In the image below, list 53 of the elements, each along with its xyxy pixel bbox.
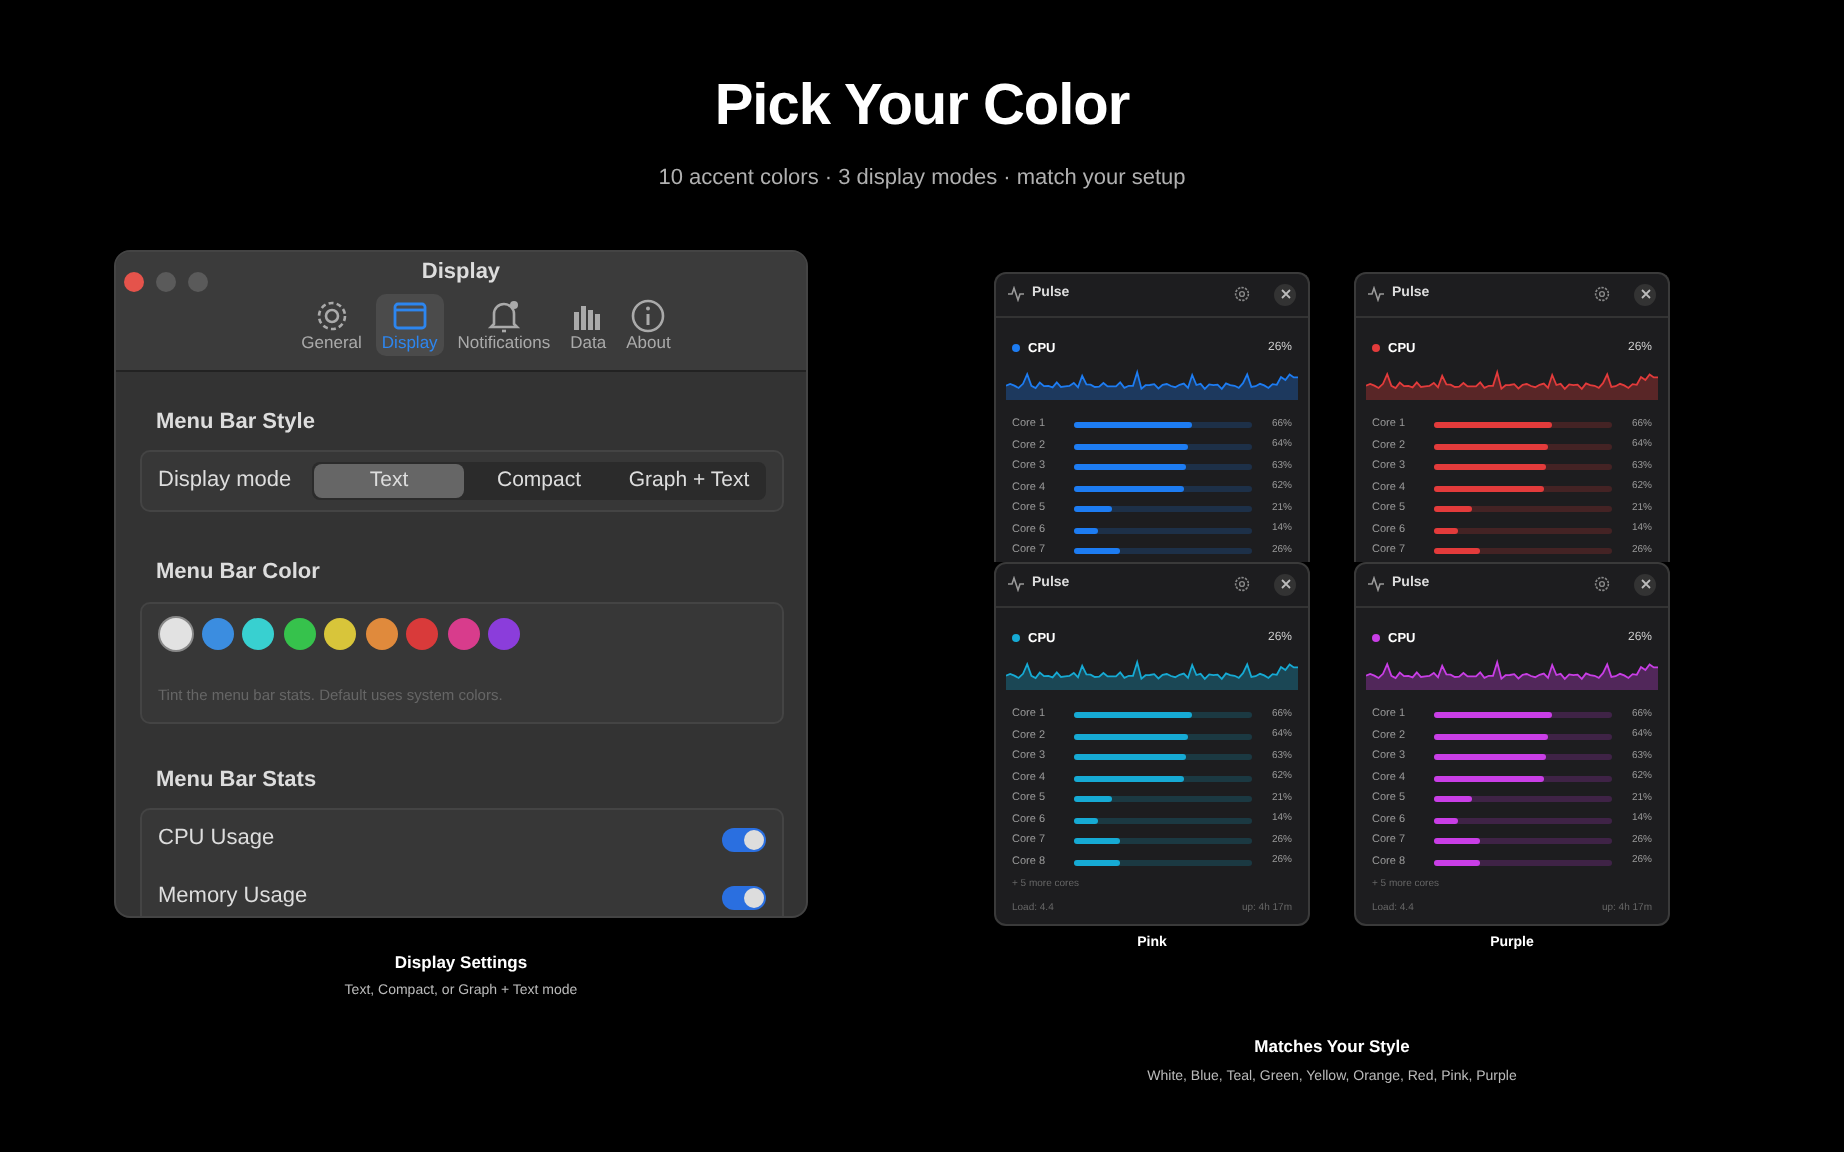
close-icon bbox=[1279, 578, 1291, 590]
info-icon bbox=[630, 298, 667, 334]
color-swatch[interactable] bbox=[160, 617, 192, 649]
field-label: Display mode bbox=[158, 466, 292, 497]
section-heading: Menu Bar Style bbox=[156, 407, 317, 437]
segment[interactable]: Graph + Text bbox=[614, 463, 764, 499]
settings-button[interactable] bbox=[1594, 576, 1610, 592]
color-swatch[interactable] bbox=[447, 617, 479, 649]
window-title: Display bbox=[419, 257, 503, 287]
settings-button[interactable] bbox=[1594, 286, 1610, 302]
color-swatch[interactable] bbox=[283, 617, 315, 649]
toggle-switch[interactable] bbox=[722, 827, 766, 851]
gear-icon bbox=[313, 298, 350, 334]
color-swatch[interactable] bbox=[365, 617, 397, 649]
gear-icon bbox=[1234, 286, 1250, 302]
hero-subtitle: 10 accent colors · 3 display modes · match your setup bbox=[656, 164, 1188, 194]
caption-title: Matches Your Style bbox=[1252, 1034, 1412, 1060]
close-icon bbox=[1639, 578, 1651, 590]
section-heading: Menu Bar Color bbox=[156, 558, 322, 588]
close-button[interactable] bbox=[1634, 573, 1656, 595]
settings-button[interactable] bbox=[1234, 286, 1250, 302]
window-icon bbox=[391, 298, 428, 334]
color-swatch[interactable] bbox=[242, 617, 274, 649]
pulse-icon bbox=[1008, 576, 1024, 592]
color-swatch[interactable] bbox=[324, 617, 356, 649]
pulse-icon bbox=[1368, 286, 1384, 302]
close-button[interactable] bbox=[1634, 283, 1656, 305]
tab[interactable]: About bbox=[620, 294, 677, 357]
close-icon bbox=[1639, 288, 1651, 300]
close-icon bbox=[1279, 288, 1291, 300]
setting-label: Memory Usage bbox=[158, 882, 308, 913]
color-swatch[interactable] bbox=[201, 617, 233, 649]
gear-icon bbox=[1234, 576, 1250, 592]
pulse-icon bbox=[1008, 286, 1024, 302]
toggle-switch[interactable] bbox=[722, 885, 766, 909]
pulse-icon bbox=[1368, 576, 1384, 592]
tab[interactable]: General bbox=[295, 294, 368, 357]
close-button[interactable] bbox=[1274, 573, 1296, 595]
hero-title: Pick Your Color bbox=[712, 78, 1132, 136]
color-swatch[interactable] bbox=[488, 617, 520, 649]
segment[interactable]: Text bbox=[314, 463, 464, 499]
settings-button[interactable] bbox=[1234, 576, 1250, 592]
color-swatch[interactable] bbox=[406, 617, 438, 649]
section-heading: Menu Bar Stats bbox=[156, 765, 319, 795]
segment[interactable]: Compact bbox=[464, 463, 614, 499]
tab[interactable]: Data bbox=[564, 294, 613, 357]
close-button[interactable] bbox=[1274, 283, 1296, 305]
bell-icon bbox=[485, 298, 522, 334]
tab[interactable]: Notifications bbox=[451, 294, 557, 357]
setting-label: CPU Usage bbox=[158, 824, 275, 855]
caption-title: Display Settings bbox=[392, 949, 530, 975]
gear-icon bbox=[1594, 286, 1610, 302]
gear-icon bbox=[1594, 576, 1610, 592]
